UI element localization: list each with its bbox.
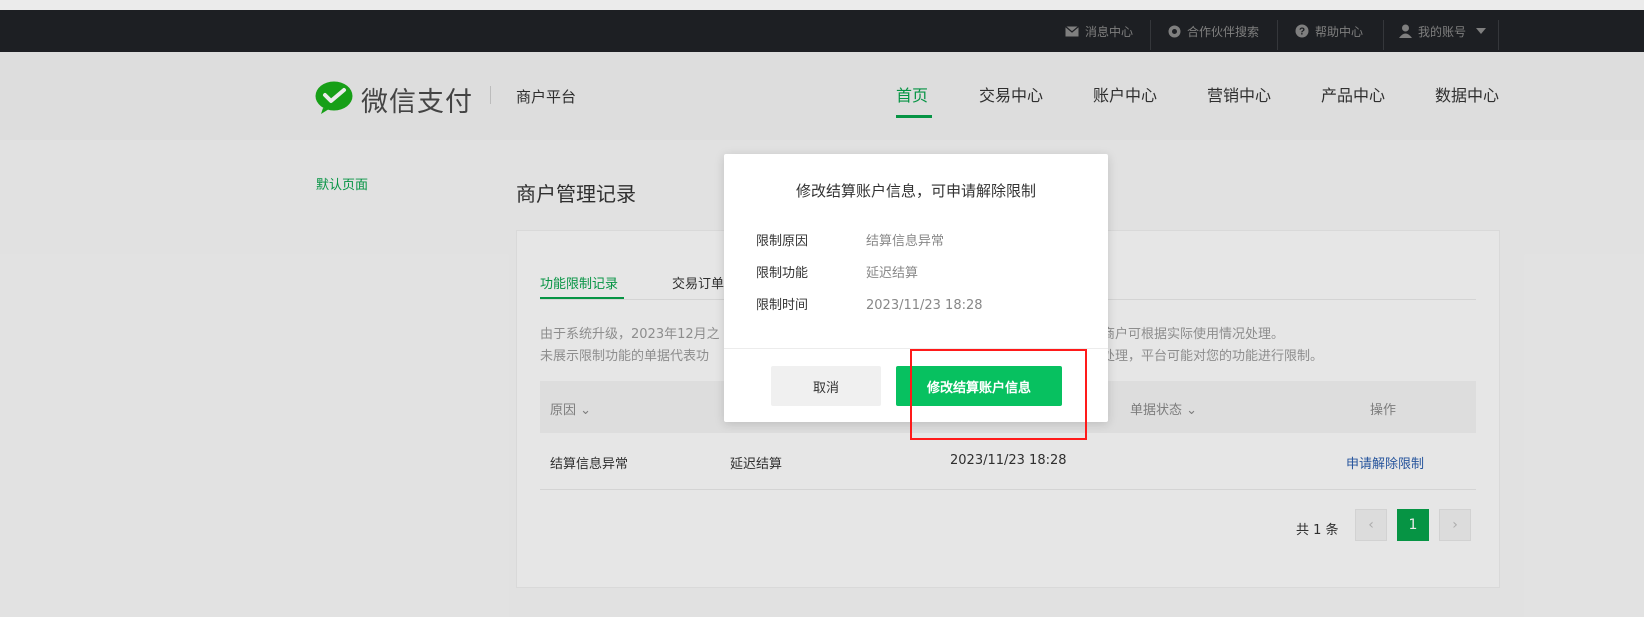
dialog-value: 结算信息异常 [866, 234, 945, 249]
dialog-label: 限制功能 [756, 266, 809, 281]
dialog-row-time: 限制时间 2023/11/23 18:28 [756, 294, 983, 313]
dialog-row-function: 限制功能 延迟结算 [756, 262, 918, 281]
dialog-title: 修改结算账户信息，可申请解除限制 [795, 182, 1036, 200]
dialog-label: 限制原因 [756, 234, 809, 249]
dialog-row-reason: 限制原因 结算信息异常 [756, 230, 944, 249]
cancel-button[interactable]: 取消 [771, 366, 881, 406]
dialog-label: 限制时间 [756, 298, 809, 313]
highlight-box [910, 349, 1087, 440]
dialog-value: 延迟结算 [866, 266, 919, 281]
dialog-value: 2023/11/23 18:28 [866, 298, 983, 313]
